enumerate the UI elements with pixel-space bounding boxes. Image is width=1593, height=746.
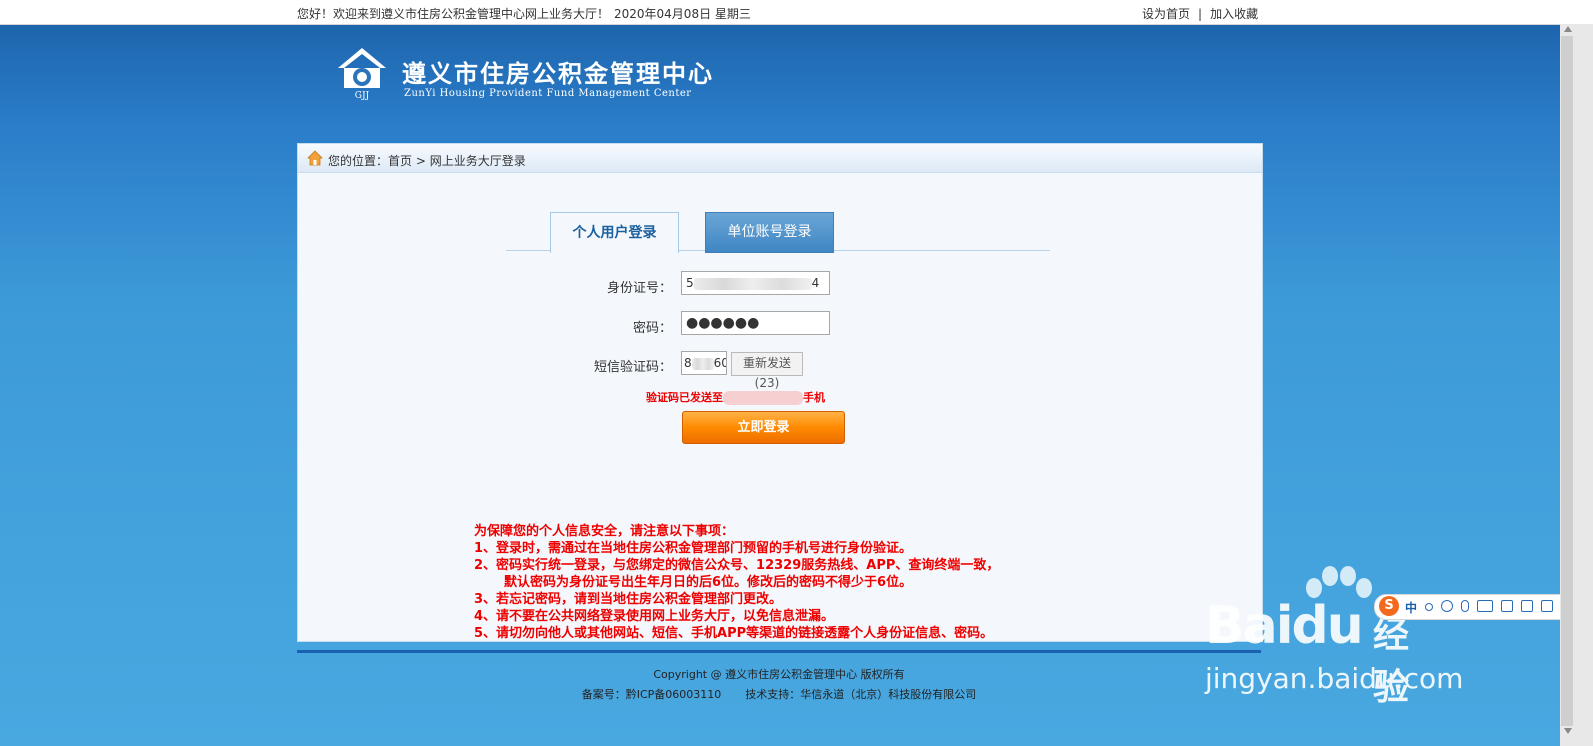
id-number-input[interactable]: 54 xyxy=(681,271,830,295)
emoji-icon[interactable] xyxy=(1441,600,1453,612)
home-icon xyxy=(307,150,323,166)
password-input[interactable]: ●●●●●● xyxy=(681,311,830,335)
notice-item: 默认密码为身份证号出生年月日的后6位。修改后的密码不得少于6位。 xyxy=(504,575,913,590)
site-title: 遵义市住房公积金管理中心 xyxy=(402,59,714,88)
notice-item: 2、密码实行统一登录，与您绑定的微信公众号、12329服务热线、APP、查询终端… xyxy=(474,558,1000,573)
id-redaction xyxy=(693,277,812,290)
ime-mode-toggle[interactable]: 中 xyxy=(1405,599,1417,616)
password-label: 密码： xyxy=(632,321,672,336)
notice-item: 1、登录时，需通过在当地住房公积金管理部门预留的手机号进行身份验证。 xyxy=(474,541,913,556)
ime-toolbar[interactable]: S 中 xyxy=(1374,594,1562,620)
breadcrumb-current: 网上业务大厅登录 xyxy=(429,154,526,168)
id-value-start: 5 xyxy=(686,276,694,290)
link-separator: | xyxy=(1198,7,1203,21)
code-sent-message: 验证码已发送至 手机 xyxy=(646,389,825,405)
keyboard-icon[interactable] xyxy=(1477,600,1493,612)
footer-divider xyxy=(297,650,1261,653)
bookmark-link[interactable]: 加入收藏 xyxy=(1210,7,1258,21)
security-notice: 为保障您的个人信息安全，请注意以下事项： 1、登录时，需通过在当地住房公积金管理… xyxy=(474,523,999,642)
code-sent-suffix: 手机 xyxy=(803,391,825,404)
scrollbar-thumb[interactable] xyxy=(1561,36,1573,726)
notice-title: 为保障您的个人信息安全，请注意以下事项： xyxy=(474,524,735,539)
punctuation-icon[interactable] xyxy=(1425,603,1433,611)
set-home-link[interactable]: 设为首页 xyxy=(1142,7,1190,21)
breadcrumb: 您的位置：首页 > 网上业务大厅登录 xyxy=(298,144,1262,173)
sms-code-input[interactable]: 8 60 xyxy=(681,351,727,375)
sms-value-end: 60 xyxy=(713,356,726,370)
scroll-up-icon[interactable] xyxy=(1564,26,1572,32)
watermark-brand: Baidu xyxy=(1205,596,1364,656)
microphone-icon[interactable] xyxy=(1461,600,1469,612)
notice-item: 3、若忘记密码，请到当地住房公积金管理部门更改。 xyxy=(474,592,783,607)
site-subtitle: ZunYi Housing Provident Fund Management … xyxy=(404,88,692,99)
top-bar: 您好！欢迎来到遵义市住房公积金管理中心网上业务大厅！ 2020年04月08日 星… xyxy=(0,0,1593,25)
top-links: 设为首页 | 加入收藏 xyxy=(1142,5,1258,22)
user-icon[interactable] xyxy=(1501,600,1513,612)
code-sent-prefix: 验证码已发送至 xyxy=(646,391,723,404)
gjj-logo-icon: GJJ xyxy=(338,48,386,100)
skin-icon[interactable] xyxy=(1521,600,1533,612)
id-number-label: 身份证号： xyxy=(606,281,672,296)
date-text: 2020年04月08日 星期三 xyxy=(614,7,751,21)
id-value-end: 4 xyxy=(811,276,820,290)
tab-company-login[interactable]: 单位账号登录 xyxy=(705,212,834,253)
notice-item: 4、请不要在公共网络登录使用网上业务大厅，以免信息泄漏。 xyxy=(474,609,835,624)
icp-number: 备案号：黔ICP备06003110 xyxy=(581,688,722,701)
tab-personal-login[interactable]: 个人用户登录 xyxy=(550,212,679,253)
toolbox-icon[interactable] xyxy=(1541,600,1553,612)
breadcrumb-prefix: 您的位置： xyxy=(328,154,389,168)
scroll-down-icon[interactable] xyxy=(1564,728,1572,734)
vertical-scrollbar[interactable] xyxy=(1560,24,1593,746)
login-button[interactable]: 立即登录 xyxy=(682,411,845,444)
breadcrumb-arrow: > xyxy=(415,154,426,168)
phone-redaction xyxy=(723,391,803,405)
welcome-text: 您好！欢迎来到遵义市住房公积金管理中心网上业务大厅！ xyxy=(297,7,610,21)
sms-redaction xyxy=(691,357,714,370)
resend-code-button[interactable]: 重新发送(23) xyxy=(731,352,803,390)
sogou-logo-icon[interactable]: S xyxy=(1379,596,1399,616)
logo-abbr: GJJ xyxy=(355,91,370,100)
tech-support: 技术支持：华信永道（北京）科技股份有限公司 xyxy=(745,688,977,701)
breadcrumb-home-link[interactable]: 首页 xyxy=(388,154,412,168)
watermark-url: jingyan.baidu.com xyxy=(1205,662,1464,695)
notice-item: 5、请切勿向他人或其他网站、短信、手机APP等渠道的链接透露个人身份证信息、密码… xyxy=(474,626,994,641)
sms-code-label: 短信验证码： xyxy=(593,360,672,375)
breadcrumb-text: 您的位置：首页 > 网上业务大厅登录 xyxy=(328,152,526,169)
sms-value-start: 8 xyxy=(684,356,692,370)
